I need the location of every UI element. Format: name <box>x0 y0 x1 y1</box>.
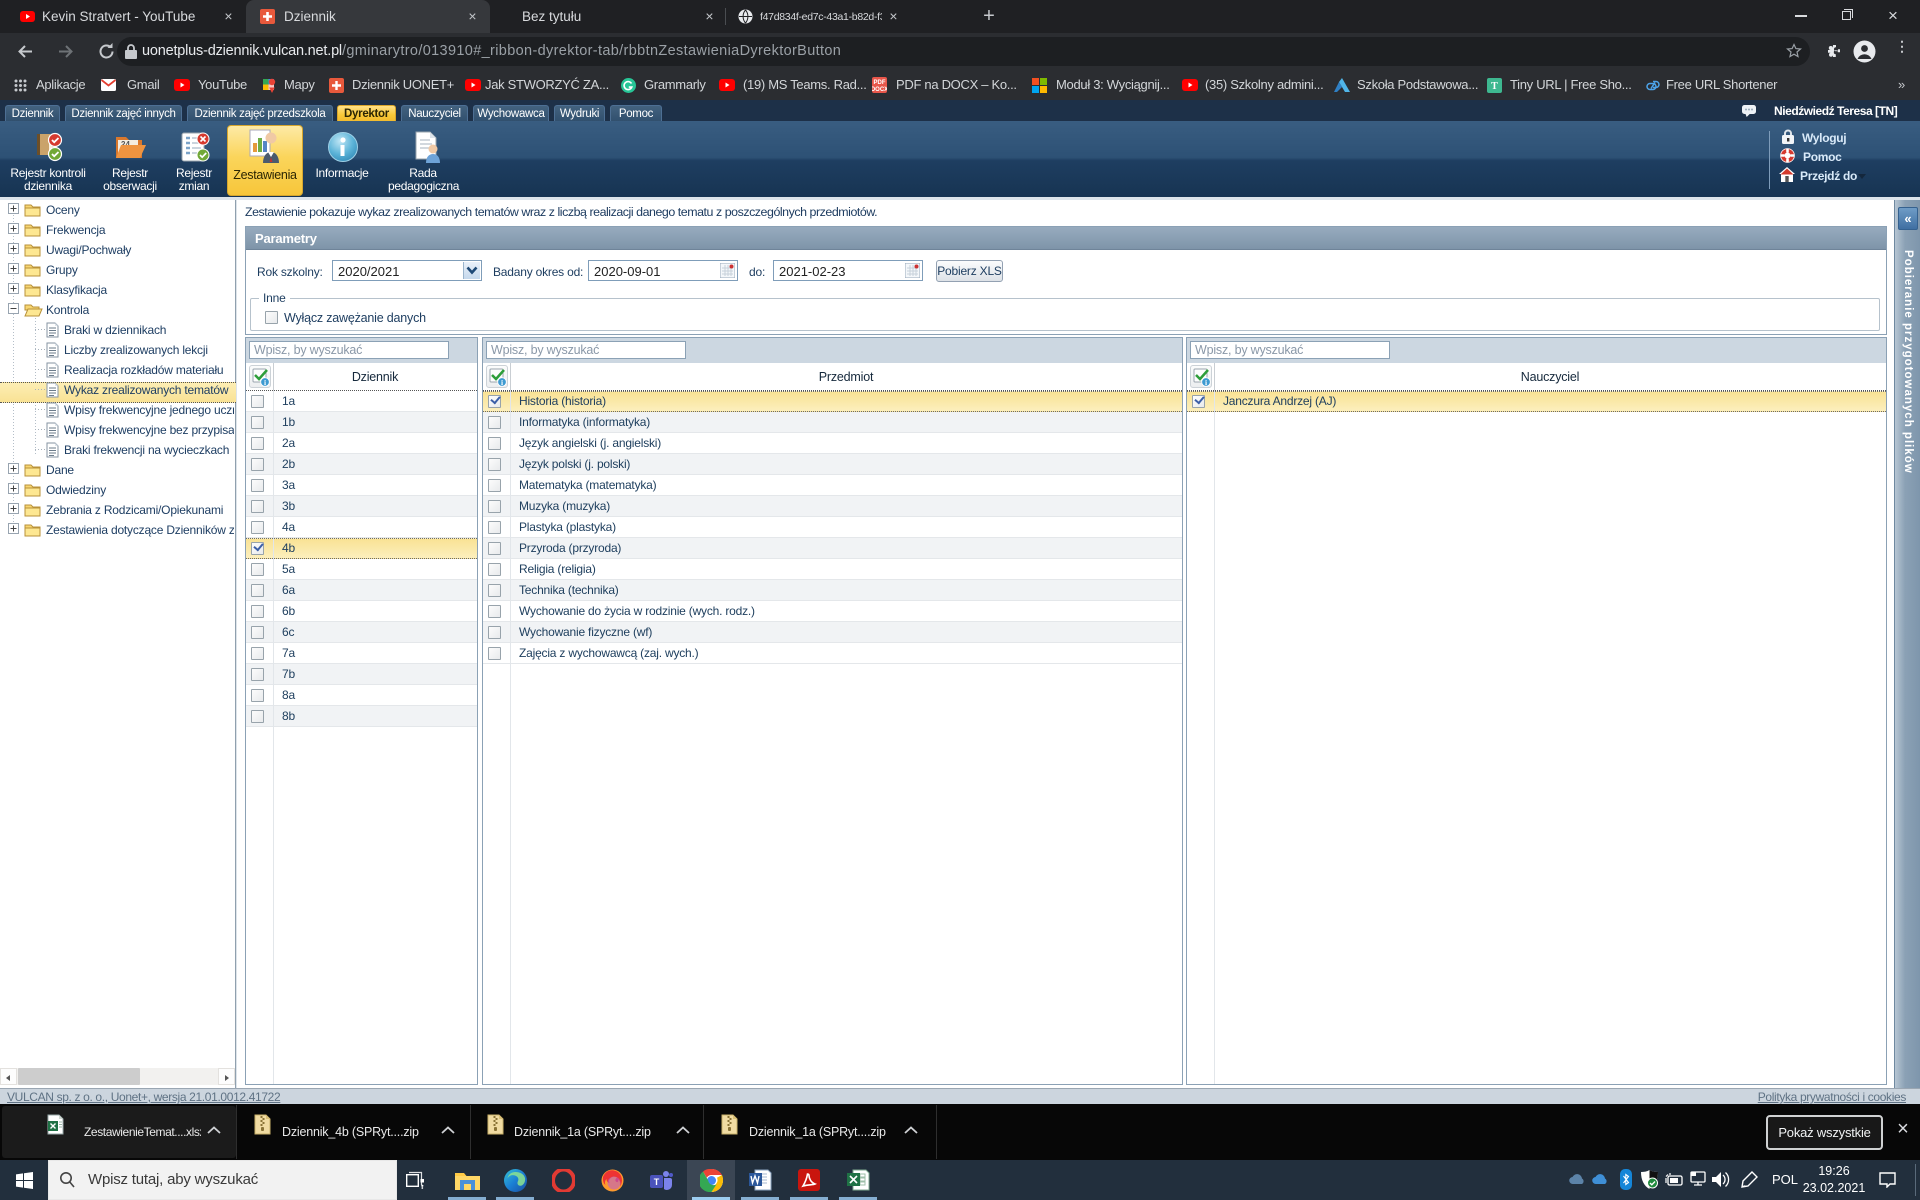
svg-text:PDF: PDF <box>874 80 886 86</box>
svg-text:i: i <box>264 378 266 387</box>
svg-text:T: T <box>1491 81 1498 92</box>
svg-text:DOCX: DOCX <box>872 87 887 93</box>
svg-text:T: T <box>654 1177 660 1187</box>
svg-text:i: i <box>1205 378 1207 387</box>
svg-text:i: i <box>501 378 503 387</box>
